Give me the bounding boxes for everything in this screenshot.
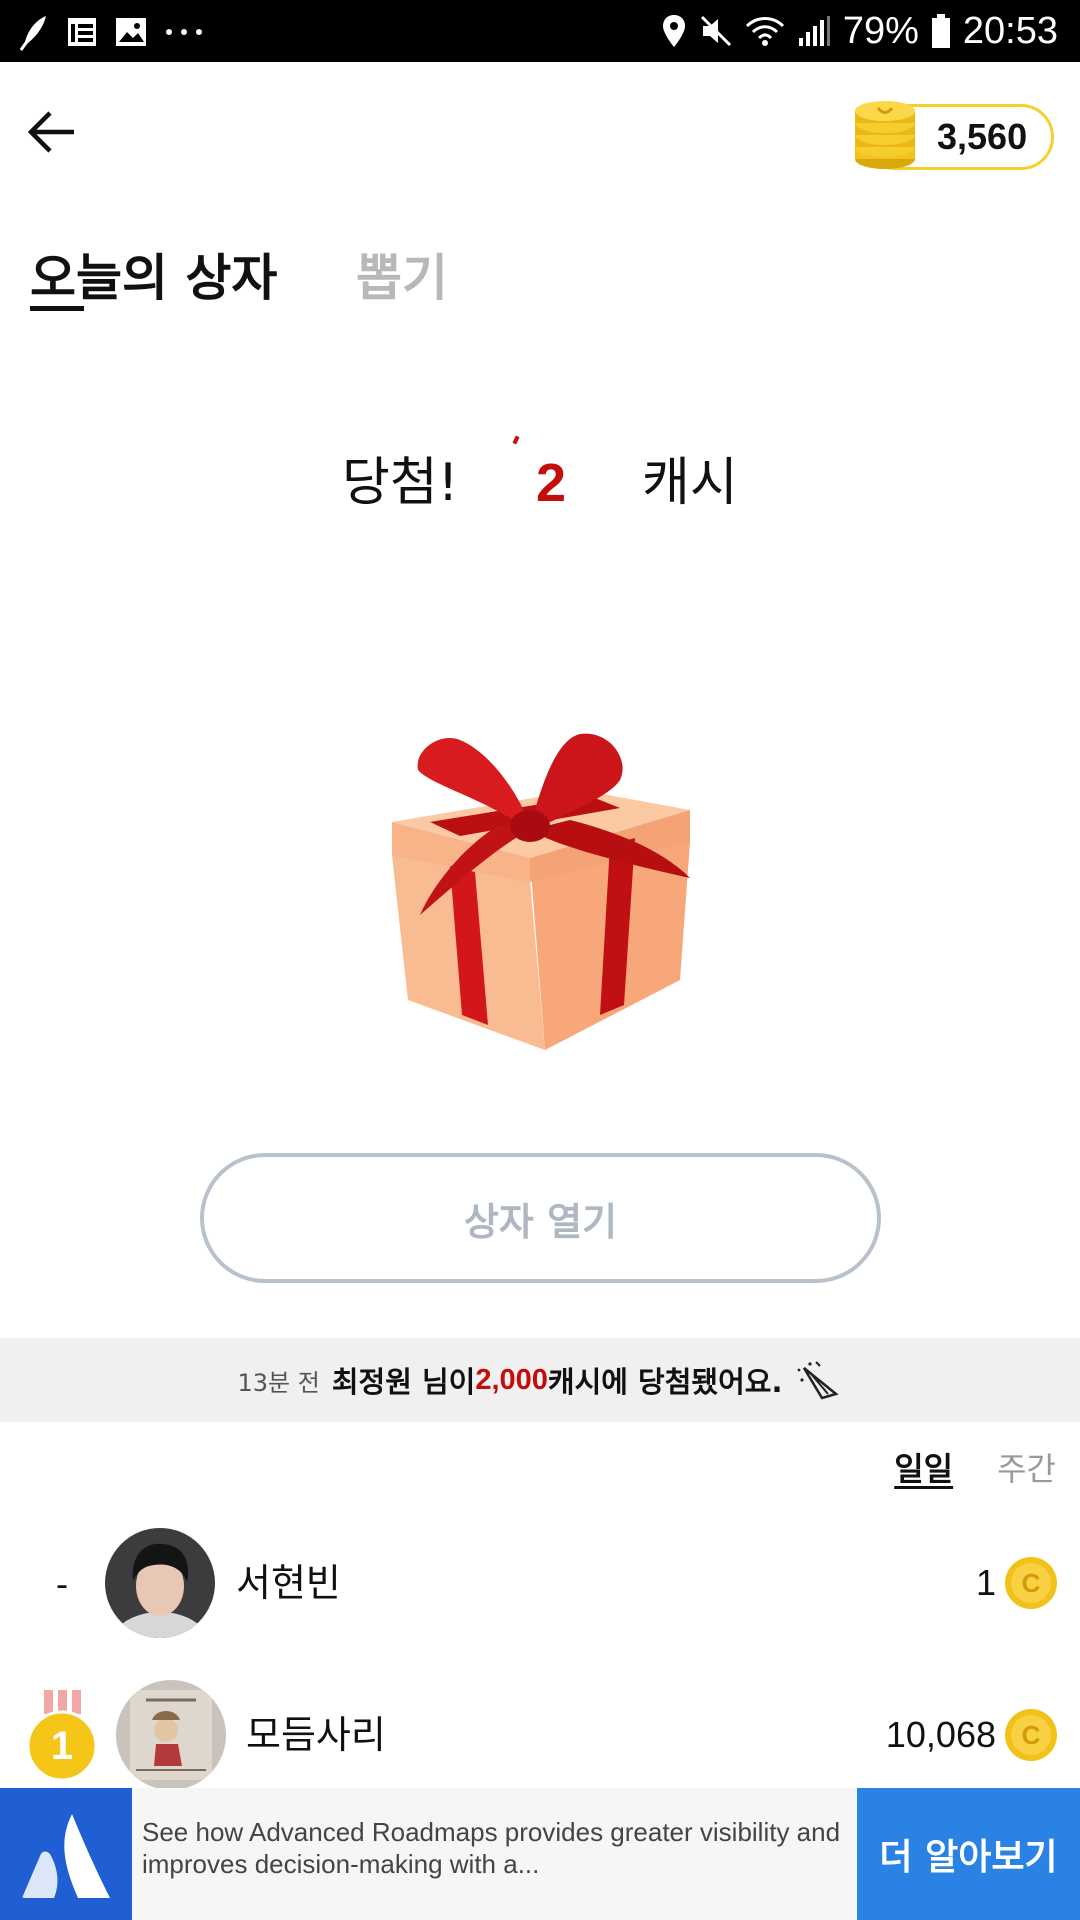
wifi-icon [745,14,785,48]
clock: 20:53 [962,9,1058,52]
medal-icon: 1 [26,1690,102,1782]
notice-time: 13분 전 [237,1368,320,1397]
ad-learn-more-button[interactable]: 더 알아보기 [857,1788,1080,1920]
ranking-row[interactable]: - 서현빈 1 C [0,1528,1080,1638]
coin-balance-badge[interactable]: 3,560 [855,101,1054,170]
arrow-left-icon [26,109,78,159]
win-result: 당첨! 2 캐시 [0,435,1080,530]
mute-icon [699,14,733,48]
party-popper-icon [796,1360,842,1400]
grid-icon [66,16,98,48]
notice-amount: 2,000 [475,1363,548,1396]
app-header: 3,560 [0,62,1080,212]
rank-username: 모듬사리 [246,1713,386,1757]
status-bar: 79% 20:53 [0,0,1080,62]
coin-icon: C [1004,1556,1058,1610]
gift-box-icon[interactable] [380,730,700,1060]
rank-score: 10,068 [885,1714,996,1755]
tab-daily[interactable]: 일일 [894,1444,953,1494]
svg-text:C: C [1022,1568,1041,1598]
rank-score: 1 [975,1562,996,1603]
avatar [116,1680,226,1790]
medal-rank-number: 1 [50,1724,74,1768]
avatar [105,1528,215,1638]
location-icon [661,13,687,49]
signal-icon [797,14,831,48]
feather-icon [18,13,50,51]
battery-percent: 79% [842,9,919,52]
coin-icon: C [1004,1708,1058,1762]
svg-text:C: C [1022,1720,1041,1750]
notice-winner: 최정원 님이 [331,1365,476,1399]
rank-username: 서현빈 [236,1561,341,1605]
tab-todays-box[interactable]: 오늘의 상자 [30,238,277,310]
back-button[interactable] [20,102,84,166]
tab-draw[interactable]: 뽑기 [356,238,448,310]
result-prefix: 당첨! [342,453,459,513]
more-icon [164,27,204,37]
coin-stack-icon [851,99,921,173]
ad-cta-label: 더 알아보기 [879,1837,1058,1878]
ranking-row[interactable]: 1 모듬사리 10,068 C [0,1680,1080,1790]
ranking-period-tabs: 일일 주간 [894,1444,1056,1494]
result-suffix: 캐시 [642,453,738,513]
status-bar-right: 79% 20:53 [661,8,1058,54]
slot-tick-mark [512,435,520,445]
battery-icon [931,13,951,49]
tab-weekly[interactable]: 주간 [997,1444,1056,1494]
result-amount: 2 [536,453,567,513]
image-icon [114,16,148,48]
winner-notice: 13분 전 최정원 님이 2,000 캐시에 당첨됐어요. [0,1338,1080,1422]
coin-balance-value: 3,560 [937,116,1028,157]
ad-banner[interactable]: See how Advanced Roadmaps provides great… [0,1788,1080,1920]
status-bar-left [18,12,204,52]
ad-choices-icon[interactable] [0,1886,34,1920]
ad-text: See how Advanced Roadmaps provides great… [142,1817,841,1879]
active-tab-indicator [30,306,84,311]
open-box-label: 상자 열기 [463,1199,618,1244]
open-box-button[interactable]: 상자 열기 [200,1153,881,1283]
rank-number: - [55,1565,69,1605]
notice-tail: 캐시에 당첨됐어요. [547,1365,783,1399]
